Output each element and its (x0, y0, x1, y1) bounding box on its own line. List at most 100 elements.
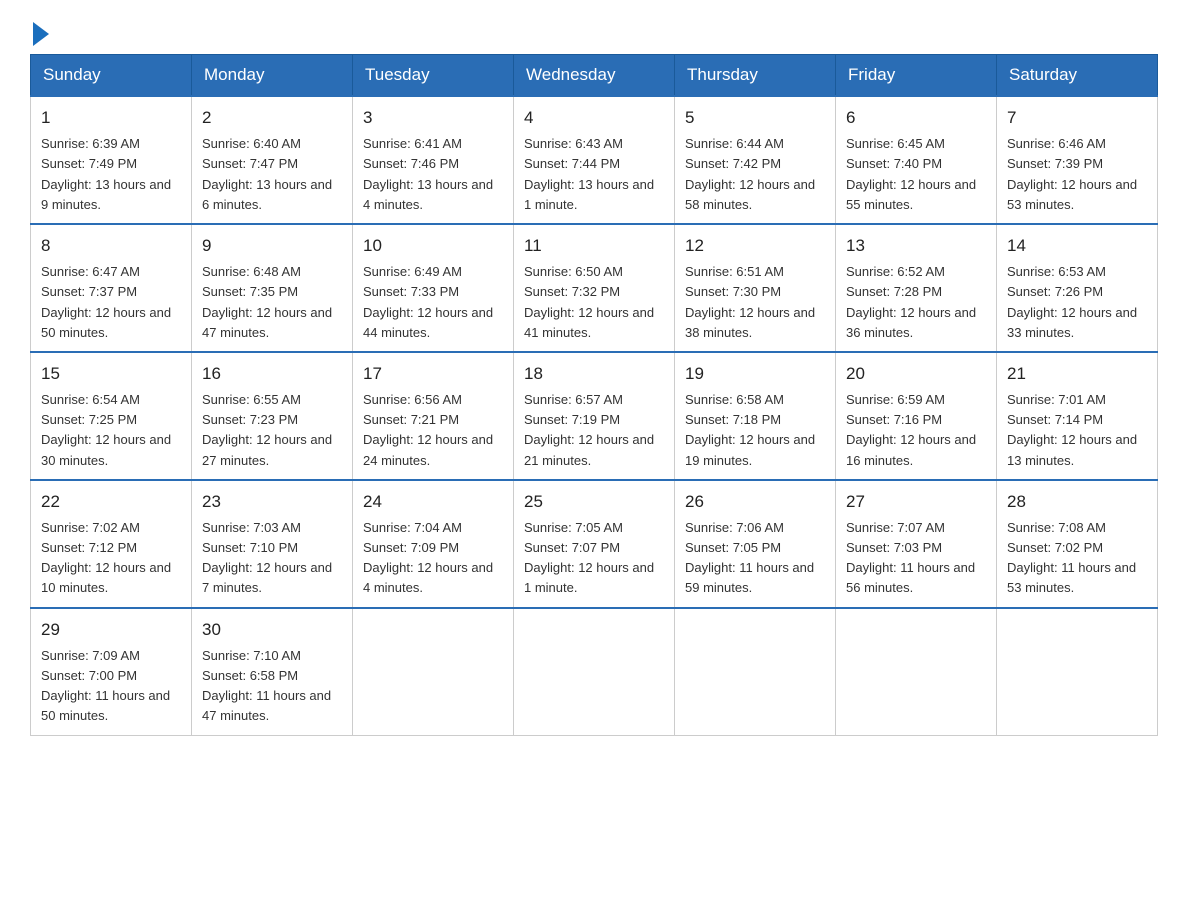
weekday-header-friday: Friday (836, 55, 997, 97)
week-row-3: 15Sunrise: 6:54 AMSunset: 7:25 PMDayligh… (31, 352, 1158, 480)
sunset-info: Sunset: 7:30 PM (685, 284, 781, 299)
sunrise-info: Sunrise: 6:52 AM (846, 264, 945, 279)
logo-arrow-icon (33, 22, 49, 46)
sunrise-info: Sunrise: 7:02 AM (41, 520, 140, 535)
day-cell-17: 17 Sunrise: 6:56 AM Sunset: 7:21 PM Dayligh… (353, 352, 514, 480)
sunset-info: Sunset: 7:00 PM (41, 668, 137, 683)
day-cell-21: 21Sunrise: 7:01 AMSunset: 7:14 PMDayligh… (997, 352, 1158, 480)
daylight-info: Daylight: 12 hours and 24 minutes. (363, 432, 493, 467)
day-cell-18: 18Sunrise: 6:57 AMSunset: 7:19 PMDayligh… (514, 352, 675, 480)
weekday-header-wednesday: Wednesday (514, 55, 675, 97)
sunset-info: Sunset: 7:49 PM (41, 156, 137, 171)
weekday-header-row: SundayMondayTuesdayWednesdayThursdayFrid… (31, 55, 1158, 97)
sunrise-info: Sunrise: 6:39 AM (41, 136, 140, 151)
sunrise-info: Sunrise: 6:57 AM (524, 392, 623, 407)
empty-cell (997, 608, 1158, 735)
daylight-info: Daylight: 12 hours and 21 minutes. (524, 432, 654, 467)
day-cell-28: 28Sunrise: 7:08 AMSunset: 7:02 PMDayligh… (997, 480, 1158, 608)
day-number: 21 (1007, 361, 1147, 387)
daylight-info: Daylight: 12 hours and 4 minutes. (363, 560, 493, 595)
sunset-info: Sunset: 7:12 PM (41, 540, 137, 555)
sunrise-info: Sunrise: 7:04 AM (363, 520, 462, 535)
daylight-info: Daylight: 12 hours and 16 minutes. (846, 432, 976, 467)
daylight-info: Daylight: 12 hours and 10 minutes. (41, 560, 171, 595)
daylight-info: Daylight: 11 hours and 47 minutes. (202, 688, 331, 723)
sunset-info: Sunset: 7:16 PM (846, 412, 942, 427)
sunrise-info: Sunrise: 6:59 AM (846, 392, 945, 407)
sunset-info: Sunset: 7:25 PM (41, 412, 137, 427)
daylight-info: Daylight: 12 hours and 27 minutes. (202, 432, 332, 467)
day-number: 7 (1007, 105, 1147, 131)
sunrise-info: Sunrise: 6:46 AM (1007, 136, 1106, 151)
sunset-info: Sunset: 7:18 PM (685, 412, 781, 427)
empty-cell (514, 608, 675, 735)
day-cell-27: 27Sunrise: 7:07 AMSunset: 7:03 PMDayligh… (836, 480, 997, 608)
sunset-info: Sunset: 7:33 PM (363, 284, 459, 299)
day-cell-23: 23Sunrise: 7:03 AMSunset: 7:10 PMDayligh… (192, 480, 353, 608)
day-cell-9: 9Sunrise: 6:48 AMSunset: 7:35 PMDaylight… (192, 224, 353, 352)
daylight-info: Daylight: 12 hours and 13 minutes. (1007, 432, 1137, 467)
sunrise-info: Sunrise: 6:40 AM (202, 136, 301, 151)
sunrise-info: Sunrise: 7:10 AM (202, 648, 301, 663)
day-number: 13 (846, 233, 986, 259)
daylight-info: Daylight: 13 hours and 9 minutes. (41, 177, 171, 212)
sunrise-info: Sunrise: 6:43 AM (524, 136, 623, 151)
sunset-info: Sunset: 7:39 PM (1007, 156, 1103, 171)
sunset-info: Sunset: 7:07 PM (524, 540, 620, 555)
day-cell-3: 3Sunrise: 6:41 AMSunset: 7:46 PMDaylight… (353, 96, 514, 224)
day-number: 26 (685, 489, 825, 515)
sunrise-info: Sunrise: 6:56 AM (363, 392, 462, 407)
day-number: 17 (363, 361, 503, 387)
day-cell-16: 16Sunrise: 6:55 AMSunset: 7:23 PMDayligh… (192, 352, 353, 480)
day-number: 27 (846, 489, 986, 515)
day-number: 4 (524, 105, 664, 131)
day-number: 28 (1007, 489, 1147, 515)
sunset-info: Sunset: 7:21 PM (363, 412, 459, 427)
day-number: 11 (524, 233, 664, 259)
weekday-header-sunday: Sunday (31, 55, 192, 97)
sunrise-info: Sunrise: 7:09 AM (41, 648, 140, 663)
sunrise-info: Sunrise: 6:51 AM (685, 264, 784, 279)
day-cell-4: 4Sunrise: 6:43 AMSunset: 7:44 PMDaylight… (514, 96, 675, 224)
week-row-2: 8Sunrise: 6:47 AMSunset: 7:37 PMDaylight… (31, 224, 1158, 352)
week-row-1: 1Sunrise: 6:39 AMSunset: 7:49 PMDaylight… (31, 96, 1158, 224)
sunrise-info: Sunrise: 6:44 AM (685, 136, 784, 151)
day-cell-6: 6Sunrise: 6:45 AMSunset: 7:40 PMDaylight… (836, 96, 997, 224)
day-cell-29: 29 Sunrise: 7:09 AM Sunset: 7:00 PM Dayligh… (31, 608, 192, 735)
sunset-info: Sunset: 7:46 PM (363, 156, 459, 171)
daylight-info: Daylight: 12 hours and 44 minutes. (363, 305, 493, 340)
daylight-info: Daylight: 12 hours and 50 minutes. (41, 305, 171, 340)
sunset-info: Sunset: 7:10 PM (202, 540, 298, 555)
sunrise-info: Sunrise: 7:06 AM (685, 520, 784, 535)
day-cell-25: 25Sunrise: 7:05 AMSunset: 7:07 PMDayligh… (514, 480, 675, 608)
sunset-info: Sunset: 7:19 PM (524, 412, 620, 427)
week-row-4: 22Sunrise: 7:02 AMSunset: 7:12 PMDayligh… (31, 480, 1158, 608)
day-number: 19 (685, 361, 825, 387)
day-cell-26: 26Sunrise: 7:06 AMSunset: 7:05 PMDayligh… (675, 480, 836, 608)
day-cell-19: 19Sunrise: 6:58 AMSunset: 7:18 PMDayligh… (675, 352, 836, 480)
daylight-info: Daylight: 13 hours and 4 minutes. (363, 177, 493, 212)
sunset-info: Sunset: 7:47 PM (202, 156, 298, 171)
day-cell-1: 1Sunrise: 6:39 AMSunset: 7:49 PMDaylight… (31, 96, 192, 224)
sunset-info: Sunset: 7:02 PM (1007, 540, 1103, 555)
daylight-info: Daylight: 11 hours and 53 minutes. (1007, 560, 1136, 595)
daylight-info: Daylight: 12 hours and 36 minutes. (846, 305, 976, 340)
sunset-info: Sunset: 7:26 PM (1007, 284, 1103, 299)
sunrise-info: Sunrise: 7:05 AM (524, 520, 623, 535)
sunrise-info: Sunrise: 6:53 AM (1007, 264, 1106, 279)
daylight-info: Daylight: 12 hours and 19 minutes. (685, 432, 815, 467)
daylight-info: Daylight: 12 hours and 33 minutes. (1007, 305, 1137, 340)
day-number: 12 (685, 233, 825, 259)
day-number: 20 (846, 361, 986, 387)
daylight-info: Daylight: 11 hours and 50 minutes. (41, 688, 170, 723)
day-cell-15: 15Sunrise: 6:54 AMSunset: 7:25 PMDayligh… (31, 352, 192, 480)
sunset-info: Sunset: 7:35 PM (202, 284, 298, 299)
daylight-info: Daylight: 11 hours and 59 minutes. (685, 560, 814, 595)
day-number: 29 (41, 617, 181, 643)
empty-cell (353, 608, 514, 735)
sunset-info: Sunset: 7:37 PM (41, 284, 137, 299)
daylight-info: Daylight: 12 hours and 1 minute. (524, 560, 654, 595)
sunrise-info: Sunrise: 6:49 AM (363, 264, 462, 279)
weekday-header-thursday: Thursday (675, 55, 836, 97)
day-cell-30: 30Sunrise: 7:10 AMSunset: 6:58 PMDayligh… (192, 608, 353, 735)
